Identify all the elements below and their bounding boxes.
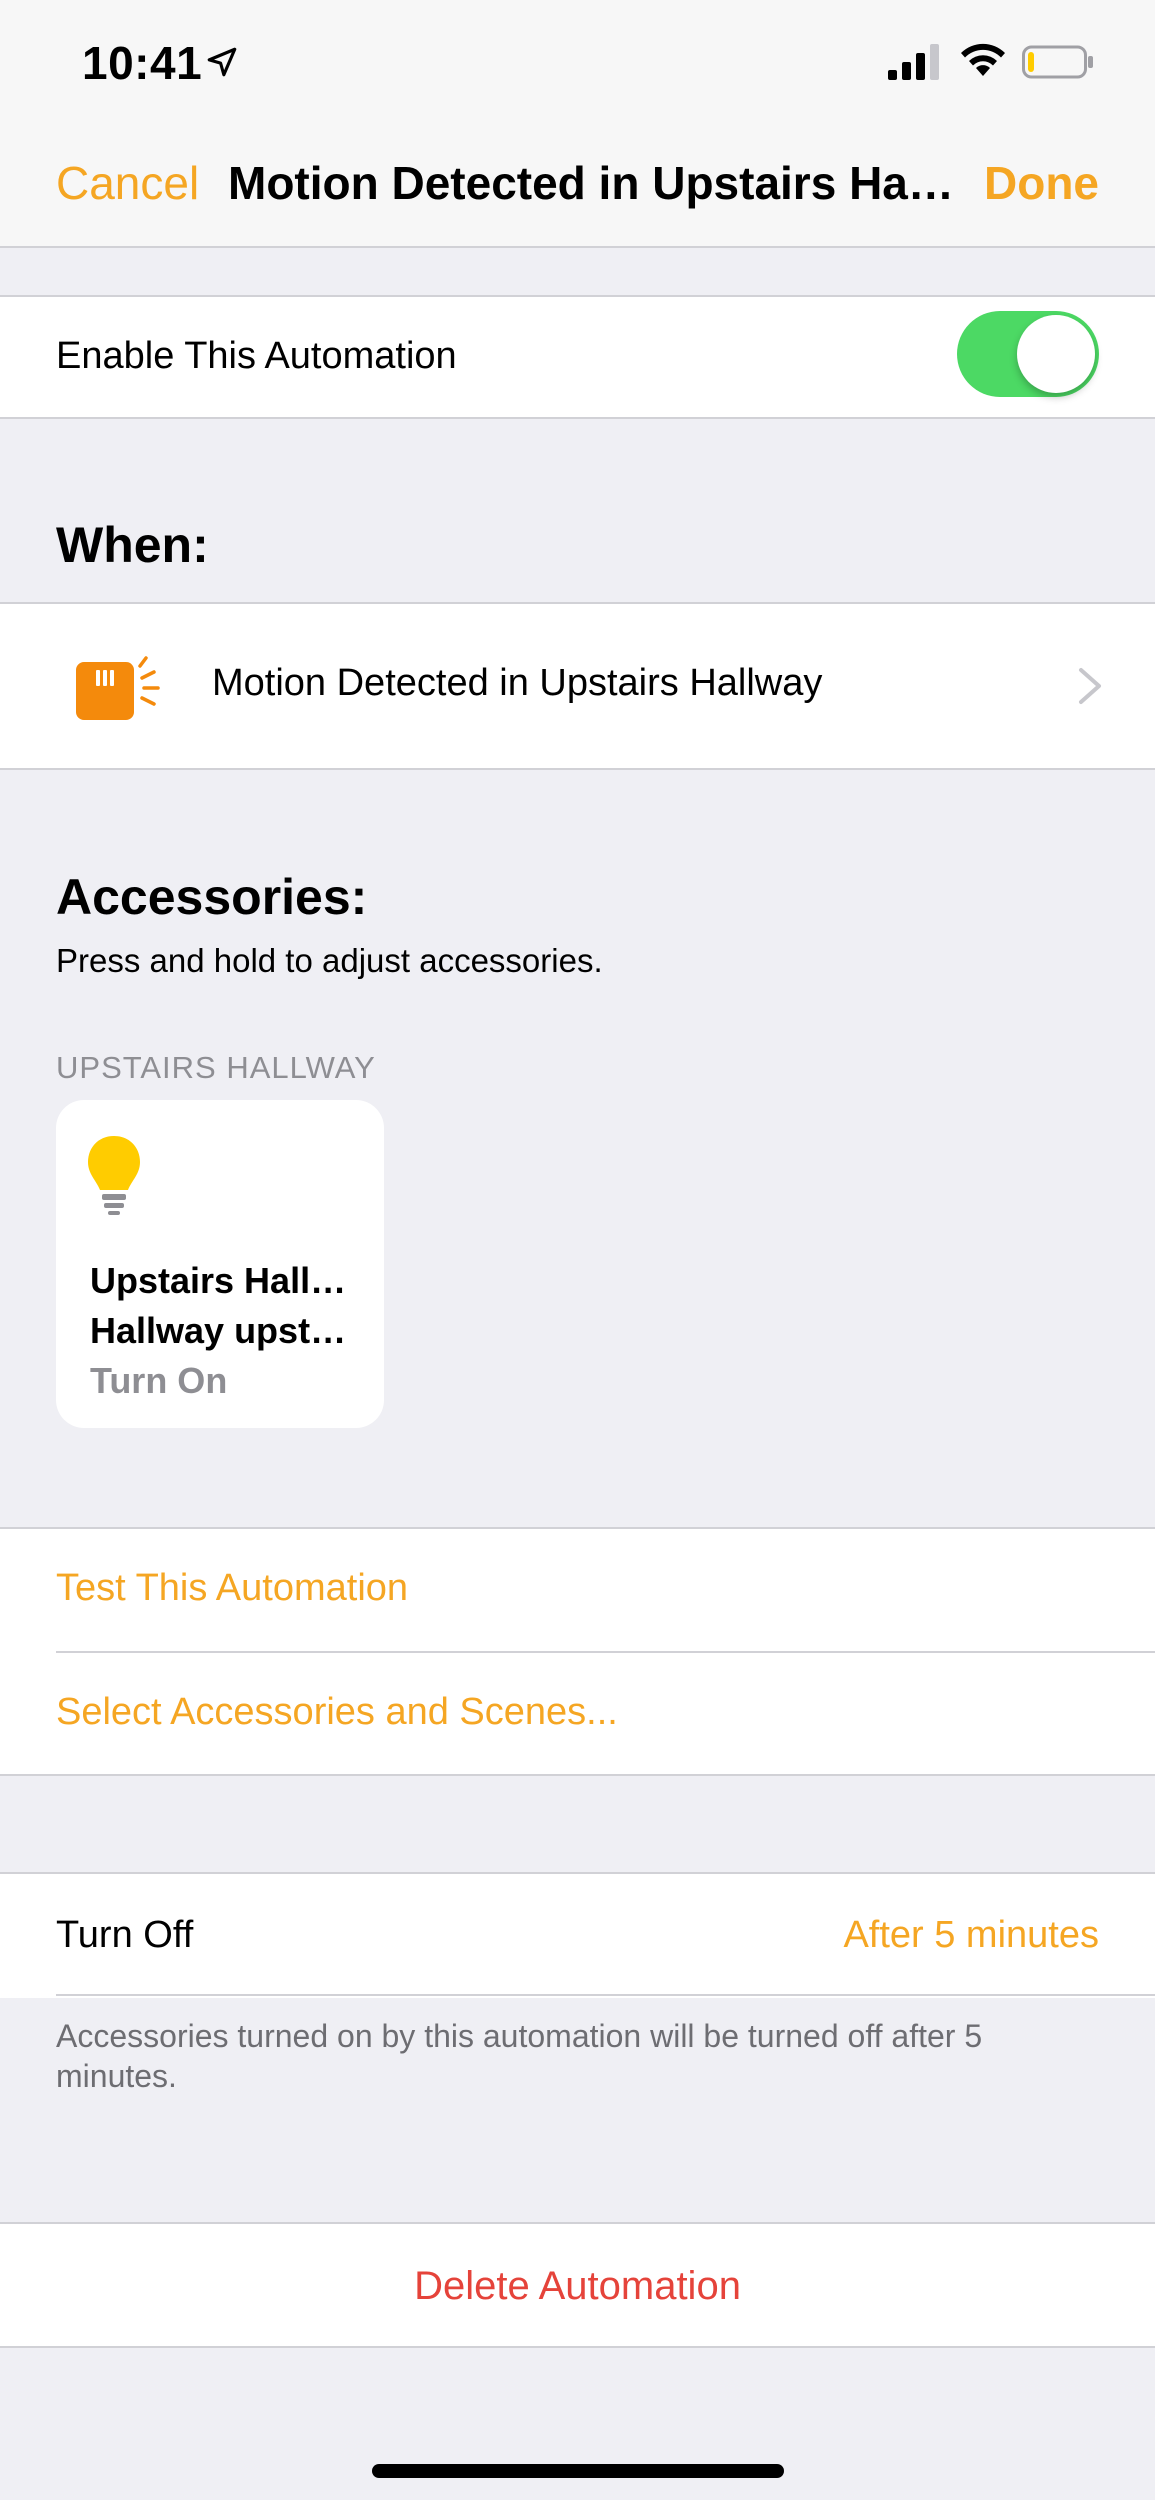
divider bbox=[56, 1994, 1155, 1996]
navigation-bar: Cancel Motion Detected in Upstairs Hallw… bbox=[0, 130, 1155, 248]
status-time: 10:41 bbox=[82, 37, 203, 89]
test-automation-button[interactable]: Test This Automation bbox=[56, 1567, 408, 1610]
delete-automation-button[interactable]: Delete Automation bbox=[0, 2264, 1155, 2309]
battery-icon bbox=[1022, 45, 1093, 79]
accessories-subtitle: Press and hold to adjust accessories. bbox=[56, 942, 603, 979]
enable-automation-label: Enable This Automation bbox=[56, 335, 457, 377]
actions-group: Test This Automation Select Accessories … bbox=[0, 1527, 1155, 1776]
status-bar: 10:41 bbox=[0, 0, 1155, 130]
divider bbox=[56, 1651, 1155, 1653]
location-arrow-icon bbox=[207, 47, 237, 77]
group-caption: UPSTAIRS HALLWAY bbox=[56, 1050, 376, 1085]
light-bulb-icon bbox=[88, 1136, 140, 1215]
when-header: When: bbox=[56, 517, 209, 573]
turn-off-row[interactable]: Turn Off After 5 minutes bbox=[0, 1872, 1155, 1998]
select-accessories-button[interactable]: Select Accessories and Scenes... bbox=[56, 1691, 618, 1734]
page-title: Motion Detected in Upstairs Hallway bbox=[228, 157, 964, 209]
toggle-knob bbox=[1017, 315, 1095, 393]
done-button[interactable]: Done bbox=[984, 156, 1099, 210]
trigger-label: Motion Detected in Upstairs Hallway bbox=[212, 662, 823, 704]
automation-detail-screen: 10:41 Cancel Motion Detected in Upstairs… bbox=[0, 0, 1155, 2500]
accessory-state: Turn On bbox=[90, 1360, 228, 1401]
motion-sensor-icon bbox=[76, 656, 160, 720]
accessory-room: Hallway upstairs bbox=[90, 1310, 360, 1351]
turn-off-footer: Accessories turned on by this automation… bbox=[56, 2018, 983, 2094]
accessories-header: Accessories: bbox=[56, 869, 368, 925]
enable-automation-row: Enable This Automation bbox=[0, 295, 1155, 419]
delete-row: Delete Automation bbox=[0, 2222, 1155, 2348]
turn-off-label: Turn Off bbox=[56, 1914, 194, 1956]
cellular-signal-icon bbox=[888, 44, 939, 80]
accessory-tile[interactable]: Upstairs Hallway Hallway upstairs Turn O… bbox=[56, 1100, 384, 1428]
home-indicator bbox=[372, 2464, 784, 2478]
wifi-icon bbox=[961, 43, 1005, 76]
trigger-row[interactable]: Motion Detected in Upstairs Hallway bbox=[0, 602, 1155, 770]
enable-automation-toggle[interactable] bbox=[957, 311, 1099, 397]
cancel-button[interactable]: Cancel bbox=[56, 156, 199, 210]
accessory-name: Upstairs Hallway bbox=[90, 1260, 360, 1301]
chevron-right-icon bbox=[1079, 668, 1101, 704]
turn-off-value[interactable]: After 5 minutes bbox=[843, 1914, 1099, 1957]
